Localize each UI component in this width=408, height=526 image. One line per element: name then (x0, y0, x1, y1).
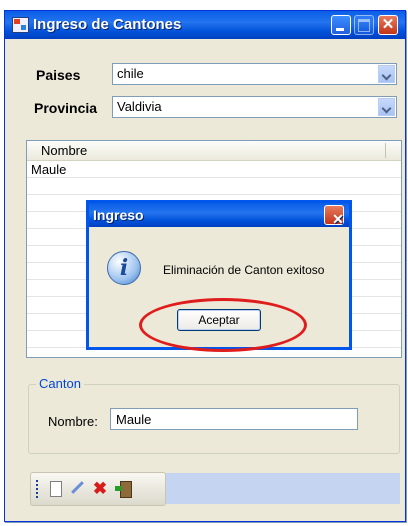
exit-icon[interactable] (114, 480, 132, 498)
edit-icon[interactable] (69, 480, 87, 498)
paises-value: chile (117, 66, 144, 81)
table-cell: Maule (31, 162, 67, 177)
app-icon (12, 17, 29, 33)
table-row[interactable]: Maule (27, 161, 401, 178)
toolbar-strip (164, 473, 400, 504)
toolbar: ✖ (30, 472, 166, 506)
maximize-button (354, 15, 374, 35)
nombre-value: Maule (116, 412, 152, 427)
toolbar-grip-icon[interactable] (36, 480, 38, 498)
provincia-label: Provincia (34, 100, 98, 116)
column-header-nombre[interactable]: Nombre (41, 143, 87, 158)
nombre-field[interactable]: Maule (110, 408, 358, 430)
close-icon: ✕ (381, 16, 395, 33)
info-icon: i (107, 251, 141, 285)
dialog-title: Ingreso (93, 207, 144, 223)
close-button[interactable]: ✕ (378, 15, 398, 35)
provincia-value: Valdivia (117, 99, 162, 114)
delete-icon[interactable]: ✖ (91, 480, 109, 498)
window-title: Ingreso de Cantones (33, 16, 182, 33)
paises-combobox[interactable]: chile (112, 63, 397, 85)
red-highlight-ellipse (139, 298, 307, 352)
dialog-titlebar[interactable]: Ingreso ✕ (89, 203, 349, 227)
maximize-icon (358, 19, 370, 32)
chevron-down-icon[interactable] (378, 98, 395, 116)
minimize-icon (336, 28, 344, 31)
canton-group-title: Canton (36, 376, 84, 391)
new-icon[interactable] (47, 480, 65, 498)
screenshot-canvas: Ingreso de Cantones ✕ Paises chile Provi… (0, 0, 408, 526)
dialog-message: Eliminación de Canton exitoso (163, 263, 325, 277)
grid-header[interactable]: Nombre (27, 141, 401, 161)
empty-row (27, 178, 401, 195)
minimize-button[interactable] (331, 15, 351, 35)
column-divider[interactable] (385, 143, 386, 158)
chevron-down-icon[interactable] (378, 65, 395, 83)
nombre-label: Nombre: (48, 414, 98, 429)
dialog-close-button[interactable]: ✕ (324, 205, 344, 227)
paises-label: Paises (36, 67, 81, 83)
window-titlebar[interactable]: Ingreso de Cantones ✕ (5, 11, 405, 39)
provincia-combobox[interactable]: Valdivia (112, 96, 397, 118)
close-icon: ✕ (332, 211, 344, 227)
